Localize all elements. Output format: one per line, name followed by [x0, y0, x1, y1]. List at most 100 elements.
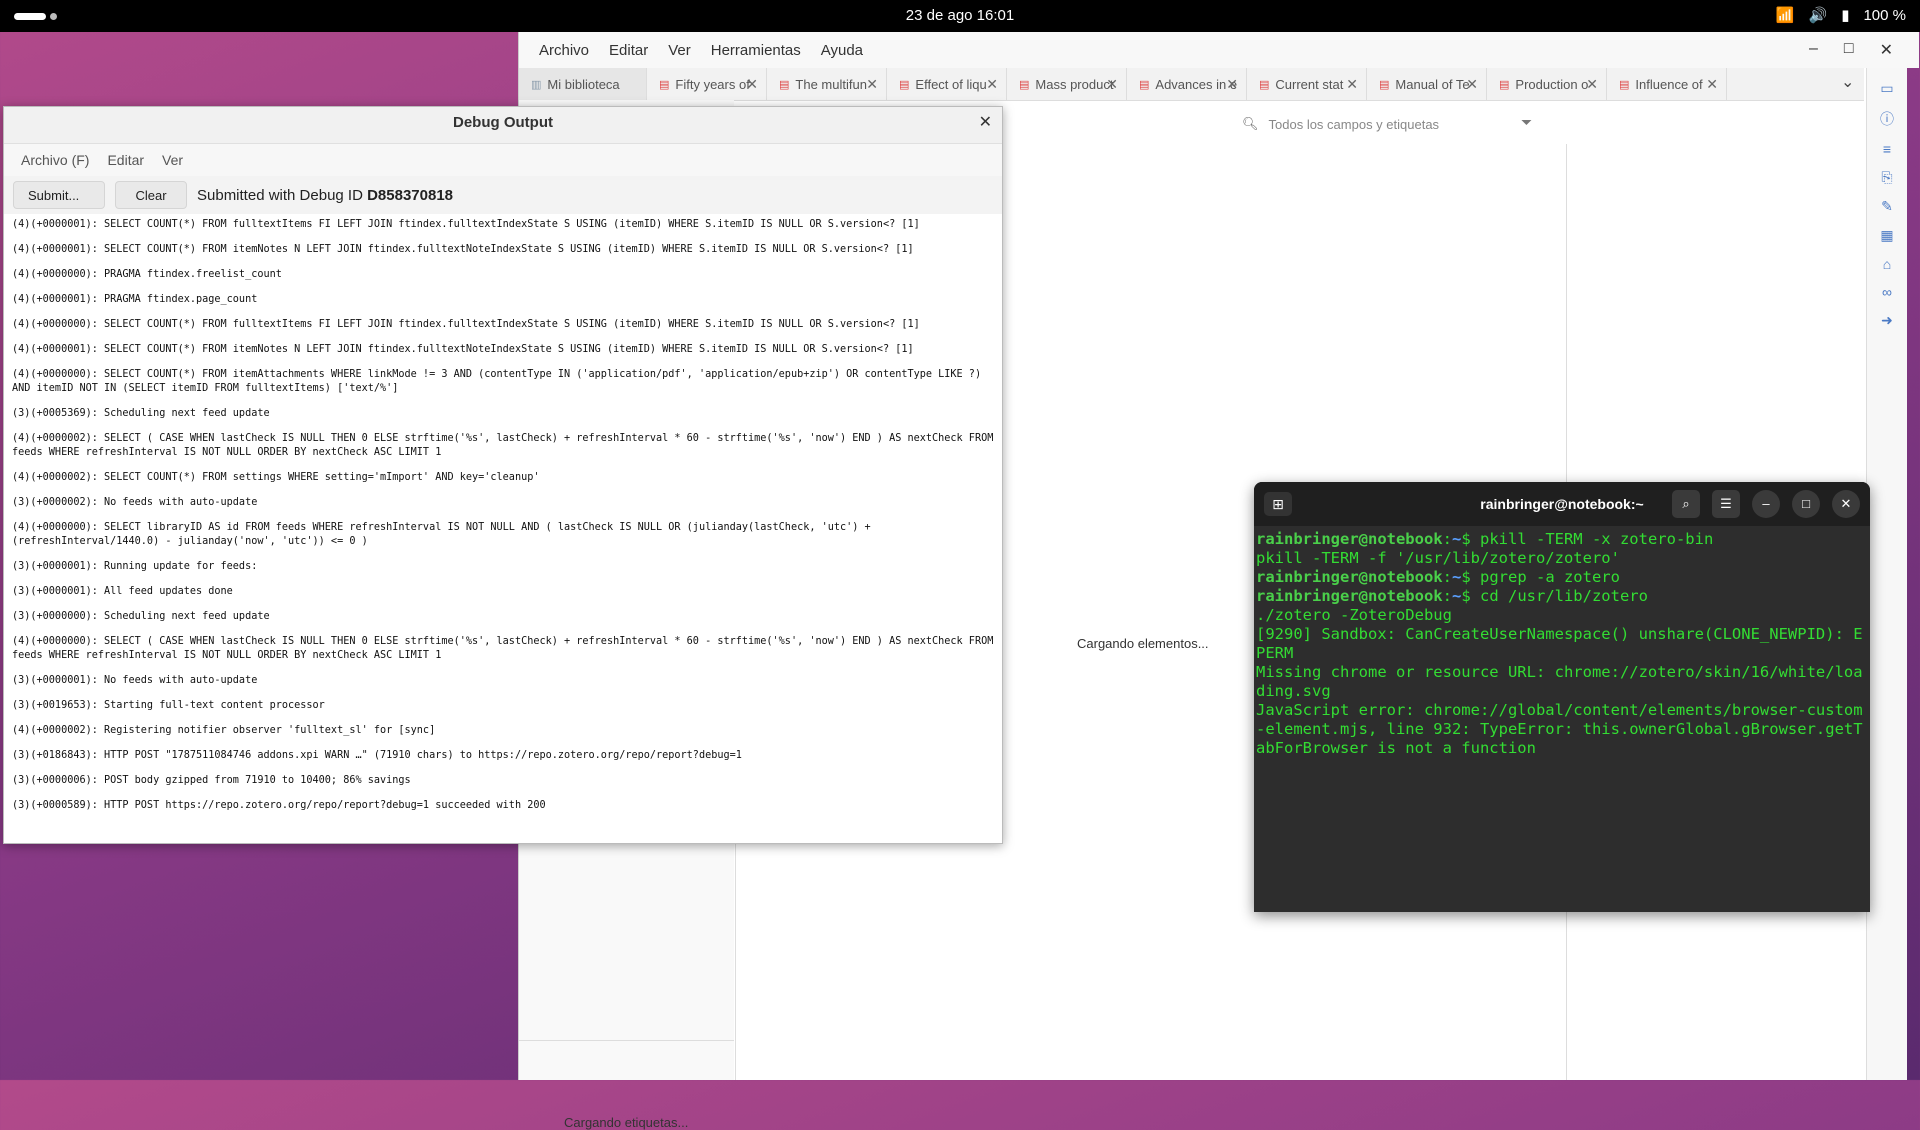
filter-icon[interactable]: ⏷: [1521, 114, 1532, 131]
tab-item[interactable]: ▤ Influence of ✕: [1607, 68, 1727, 100]
attachment-icon[interactable]: ⎘: [1867, 169, 1907, 186]
info-icon[interactable]: ⓘ: [1867, 109, 1907, 129]
tab-item[interactable]: ▤ Current stat ✕: [1247, 68, 1367, 100]
close-tab-icon[interactable]: ✕: [1466, 76, 1478, 93]
close-tab-icon[interactable]: ✕: [1586, 76, 1598, 93]
menu-ver[interactable]: Ver: [153, 152, 192, 168]
prompt-user: rainbringer@notebook: [1256, 568, 1443, 586]
prompt-user: rainbringer@notebook: [1256, 530, 1443, 548]
maximize-icon[interactable]: □: [1792, 490, 1820, 518]
menu-editar[interactable]: Editar: [601, 42, 656, 59]
volume-icon: 🔊: [1808, 7, 1828, 24]
toggle-pane-icon[interactable]: ▭: [1867, 80, 1907, 97]
close-tab-icon[interactable]: ✕: [866, 76, 878, 93]
search-input[interactable]: 🔍︎ Todos los campos y etiquetas: [1242, 110, 1542, 138]
log-line: (3)(+0000006): POST body gzipped from 71…: [12, 775, 411, 786]
close-tab-icon[interactable]: ✕: [1226, 76, 1238, 93]
prompt-separator: :: [1442, 530, 1452, 548]
log-line: (4)(+0000001): SELECT COUNT(*) FROM item…: [12, 344, 914, 355]
tab-label: Advances in e: [1155, 76, 1238, 92]
libraries-collections-icon[interactable]: ▦: [1867, 227, 1907, 244]
related-icon[interactable]: ∞: [1867, 284, 1907, 300]
prompt-separator: :: [1442, 568, 1452, 586]
log-line: (4)(+0000000): SELECT COUNT(*) FROM full…: [12, 319, 920, 330]
tab-item[interactable]: ▤ Manual of Te ✕: [1367, 68, 1487, 100]
clock[interactable]: 23 de ago 16:01: [0, 7, 1920, 24]
menu-editar[interactable]: Editar: [98, 152, 153, 168]
notes-icon[interactable]: ✎: [1867, 198, 1907, 215]
submit-button[interactable]: Submit...: [13, 181, 105, 209]
menu-icon[interactable]: ☰: [1712, 490, 1740, 518]
item-pane-sidenav: ▭ ⓘ ≡ ⎘ ✎ ▦ ⌂ ∞ ➜: [1866, 68, 1907, 1080]
log-line: (4)(+0000001): SELECT COUNT(*) FROM item…: [12, 244, 914, 255]
menu-archivo[interactable]: Archivo: [531, 42, 597, 59]
log-line: (4)(+0000000): PRAGMA ftindex.freelist_c…: [12, 269, 282, 280]
terminal-line: ./zotero -ZoteroDebug: [1256, 606, 1452, 624]
terminal-window: ⊞ rainbringer@notebook:~ ⌕ ☰ – □ ✕ rainb…: [1254, 482, 1870, 912]
log-line: (3)(+0186843): HTTP POST "1787511084746 …: [12, 750, 742, 761]
locate-icon[interactable]: ➜: [1867, 312, 1907, 329]
log-line: (4)(+0000000): SELECT COUNT(*) FROM item…: [12, 369, 988, 394]
menu-ayuda[interactable]: Ayuda: [813, 42, 871, 59]
close-icon[interactable]: ✕: [1832, 490, 1860, 518]
terminal-line: rainbringer@notebook:~$ pgrep -a zotero: [1256, 568, 1868, 587]
terminal-controls: ⌕ ☰ – □ ✕: [1672, 490, 1860, 518]
debug-log[interactable]: (4)(+0000001): SELECT COUNT(*) FROM full…: [4, 214, 1002, 828]
close-tab-icon[interactable]: ✕: [986, 76, 998, 93]
tab-item[interactable]: ▤ The multifun ✕: [767, 68, 887, 100]
log-line: (3)(+0000000): Scheduling next feed upda…: [12, 611, 270, 622]
window-title: Debug Output: [453, 114, 553, 131]
terminal-output[interactable]: rainbringer@notebook:~$ pkill -TERM -x z…: [1254, 526, 1870, 762]
log-line: (4)(+0000001): PRAGMA ftindex.page_count: [12, 294, 258, 305]
log-line: (4)(+0000002): Registering notifier obse…: [12, 725, 436, 736]
maximize-icon[interactable]: □: [1844, 40, 1854, 60]
tab-label: Influence of: [1635, 76, 1703, 92]
window-controls: – □ ✕: [1809, 40, 1893, 60]
tab-item[interactable]: ▤ Effect of liqu ✕: [887, 68, 1007, 100]
prompt-user: rainbringer@notebook: [1256, 587, 1443, 605]
command-text: $ cd /usr/lib/zotero: [1461, 587, 1648, 605]
abstract-icon[interactable]: ≡: [1867, 141, 1907, 157]
tag-icon[interactable]: ⌂: [1867, 256, 1907, 272]
divider: [519, 1040, 734, 1041]
prompt-path: ~: [1451, 587, 1462, 605]
tab-library[interactable]: ▥ Mi biblioteca: [519, 68, 647, 100]
terminal-line: JavaScript error: chrome://global/conten…: [1256, 701, 1863, 757]
debug-id: D858370818: [367, 186, 454, 204]
tab-item[interactable]: ▤ Fifty years of ✕: [647, 68, 767, 100]
close-tab-icon[interactable]: ✕: [1106, 76, 1118, 93]
tab-item[interactable]: ▤ Advances in e ✕: [1127, 68, 1247, 100]
items-loading-text: Cargando elementos...: [1077, 636, 1209, 651]
terminal-line: rainbringer@notebook:~$ pkill -TERM -x z…: [1256, 530, 1868, 549]
menu-ver[interactable]: Ver: [660, 42, 699, 59]
prompt-path: ~: [1451, 568, 1462, 586]
tab-item[interactable]: ▤ Mass product ✕: [1007, 68, 1127, 100]
chevron-down-icon[interactable]: ⌄: [1841, 72, 1854, 92]
tab-item[interactable]: ▤ Production o ✕: [1487, 68, 1607, 100]
prompt-separator: :: [1442, 587, 1452, 605]
system-tray[interactable]: 📶 🔊 ▮ 100 %: [1776, 6, 1906, 25]
minimize-icon[interactable]: –: [1809, 40, 1818, 60]
tab-label: Mi biblioteca: [547, 76, 620, 92]
close-icon[interactable]: ✕: [979, 107, 992, 139]
clear-button[interactable]: Clear: [115, 181, 187, 209]
close-tab-icon[interactable]: ✕: [746, 76, 758, 93]
search-icon[interactable]: ⌕: [1672, 490, 1700, 518]
debug-status-prefix: Submitted with Debug ID: [197, 186, 368, 204]
battery-label: 100 %: [1863, 6, 1906, 24]
search-placeholder: Todos los campos y etiquetas: [1268, 116, 1440, 132]
close-tab-icon[interactable]: ✕: [1346, 76, 1358, 93]
close-tab-icon[interactable]: ✕: [1706, 76, 1718, 93]
menu-herramientas[interactable]: Herramientas: [703, 42, 809, 59]
pdf-icon: ▤: [1139, 78, 1150, 91]
menu-archivo[interactable]: Archivo (F): [12, 152, 98, 168]
battery-icon: ▮: [1841, 7, 1850, 24]
minimize-icon[interactable]: –: [1752, 490, 1780, 518]
tab-label: Production o: [1515, 76, 1589, 92]
library-icon: ▥: [531, 78, 542, 91]
pdf-icon: ▤: [659, 78, 670, 91]
tab-label: Fifty years of: [675, 76, 750, 92]
tab-label: Current stat: [1275, 76, 1344, 92]
close-icon[interactable]: ✕: [1880, 40, 1893, 60]
command-text: $ pkill -TERM -x zotero-bin: [1461, 530, 1714, 548]
